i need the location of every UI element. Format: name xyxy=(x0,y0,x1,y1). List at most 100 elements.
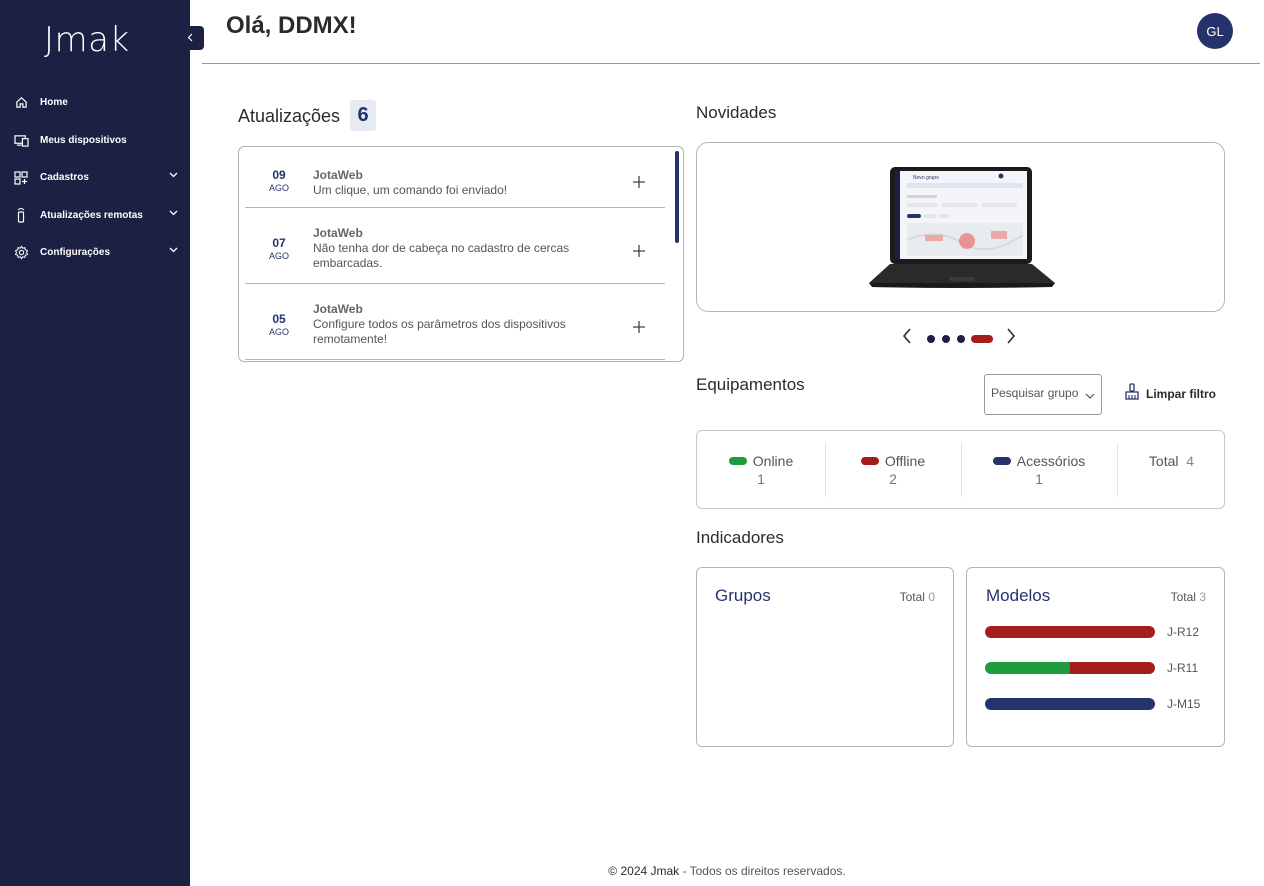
update-source: JotaWeb xyxy=(313,168,363,182)
model-label: J-R11 xyxy=(1167,661,1199,675)
chevron-down-icon xyxy=(169,170,178,181)
news-carousel-slide[interactable]: Novo grupo xyxy=(696,142,1225,312)
online-indicator xyxy=(728,457,747,465)
stat-online[interactable]: Online 1 xyxy=(697,443,825,497)
groups-card-title: Grupos xyxy=(715,586,771,605)
update-month: AGO xyxy=(268,251,289,261)
updates-list: 09 AGO JotaWeb Um clique, um comando foi… xyxy=(238,146,684,362)
expand-plus-icon[interactable] xyxy=(633,240,645,263)
stat-label: Online xyxy=(752,453,794,469)
sidebar-item-devices[interactable]: Meus dispositivos xyxy=(0,122,190,160)
stat-value: 4 xyxy=(1186,453,1195,469)
laptop-screen-title: Novo grupo xyxy=(913,175,939,181)
group-search-placeholder: Pesquisar grupo xyxy=(991,386,1079,400)
page-title: Olá, DDMX! xyxy=(226,12,357,39)
expand-plus-icon[interactable] xyxy=(633,316,645,339)
sidebar-nav: Home Meus dispositivos Cadastros Atualiz… xyxy=(0,84,190,272)
news-title: Novidades xyxy=(696,103,777,122)
chevron-down-icon xyxy=(1085,388,1095,402)
avatar[interactable]: GL xyxy=(1197,13,1233,49)
laptop-illustration: Novo grupo xyxy=(869,167,1055,288)
accessories-indicator xyxy=(992,457,1011,465)
model-row[interactable]: J-M15 xyxy=(985,697,1210,711)
updates-scrollbar[interactable] xyxy=(675,151,679,243)
update-date: 07 AGO xyxy=(263,236,295,261)
equipment-title: Equipamentos xyxy=(696,375,805,394)
carousel-dot[interactable] xyxy=(942,335,950,343)
sidebar: Jmak Home Meus dispositivos Cadastros At… xyxy=(0,0,190,886)
indicators-title: Indicadores xyxy=(696,528,784,547)
stat-value: 2 xyxy=(889,471,897,487)
remote-update-icon xyxy=(13,207,29,223)
sidebar-item-remote-updates[interactable]: Atualizações remotas xyxy=(0,197,190,235)
groups-card: Grupos Total 0 xyxy=(696,567,954,747)
stat-offline[interactable]: Offline 2 xyxy=(825,443,961,497)
chevron-left-icon xyxy=(187,31,193,45)
stat-value: 1 xyxy=(1035,471,1043,487)
stat-total: Total 4 xyxy=(1117,443,1226,497)
carousel-dot[interactable] xyxy=(957,335,965,343)
carousel-dot[interactable] xyxy=(927,335,935,343)
list-item[interactable]: 05 AGO JotaWeb Configure todos os parâme… xyxy=(245,284,665,360)
carousel-dot-active[interactable] xyxy=(971,335,993,343)
carousel-next-button[interactable] xyxy=(1006,328,1016,348)
model-label: J-R12 xyxy=(1167,625,1200,639)
total-value: 3 xyxy=(1199,590,1206,604)
carousel-prev-button[interactable] xyxy=(902,328,912,348)
updates-count-badge: 6 xyxy=(350,100,376,131)
news-carousel-controls xyxy=(900,328,1022,348)
update-source: JotaWeb xyxy=(313,302,363,316)
header-divider xyxy=(202,63,1260,64)
clear-filter-label: Limpar filtro xyxy=(1146,386,1217,401)
footer: © 2024 Jmak - Todos os direitos reservad… xyxy=(0,864,1264,878)
model-row[interactable]: J-R11 xyxy=(985,661,1210,675)
update-day: 05 xyxy=(272,312,286,326)
clear-filter-button[interactable]: Limpar filtro xyxy=(1124,383,1216,404)
sidebar-item-home[interactable]: Home xyxy=(0,84,190,122)
stat-label: Total xyxy=(1148,453,1179,469)
model-bar xyxy=(985,626,1155,638)
stat-label: Offline xyxy=(884,453,926,469)
model-bar xyxy=(985,698,1155,710)
models-total: Total 3 xyxy=(1171,590,1206,604)
model-bar-segment xyxy=(985,626,1155,638)
sidebar-item-label: Configurações xyxy=(40,247,111,259)
update-source: JotaWeb xyxy=(313,226,363,240)
models-card: Modelos Total 3 J-R12 J-R11 J-M15 xyxy=(966,567,1225,747)
sidebar-item-label: Meus dispositivos xyxy=(40,134,127,146)
total-label: Total xyxy=(1170,590,1196,604)
total-value: 0 xyxy=(928,590,935,604)
update-date: 09 AGO xyxy=(263,168,295,193)
devices-icon xyxy=(13,132,29,148)
broom-icon xyxy=(1124,383,1140,404)
sidebar-item-settings[interactable]: Configurações xyxy=(0,234,190,272)
update-content: JotaWeb Não tenha dor de cabeça no cadas… xyxy=(313,226,603,271)
stat-accessories[interactable]: Acessórios 1 xyxy=(961,443,1117,497)
update-content: JotaWeb Configure todos os parâmetros do… xyxy=(313,302,603,347)
sidebar-item-label: Atualizações remotas xyxy=(40,209,143,221)
sidebar-item-label: Home xyxy=(40,97,68,109)
total-label: Total xyxy=(899,590,925,604)
sidebar-item-label: Cadastros xyxy=(40,172,89,184)
expand-plus-icon[interactable] xyxy=(633,171,645,194)
collapse-sidebar-button[interactable] xyxy=(176,26,204,50)
jmak-logo[interactable]: Jmak xyxy=(44,20,130,60)
model-row[interactable]: J-R12 xyxy=(985,625,1210,639)
update-text: Configure todos os parâmetros dos dispos… xyxy=(313,317,566,346)
model-bar-segment xyxy=(1070,662,1155,674)
updates-title: Atualizações xyxy=(238,106,341,126)
list-item[interactable]: 09 AGO JotaWeb Um clique, um comando foi… xyxy=(245,151,665,208)
chevron-down-icon xyxy=(169,208,178,219)
grid-add-icon xyxy=(13,170,29,186)
model-bar-segment xyxy=(985,698,1155,710)
offline-indicator xyxy=(860,457,879,465)
list-item[interactable]: 07 AGO JotaWeb Não tenha dor de cabeça n… xyxy=(245,208,665,284)
group-search-select[interactable]: Pesquisar grupo xyxy=(984,374,1102,415)
model-label: J-M15 xyxy=(1167,697,1201,711)
update-date: 05 AGO xyxy=(263,312,295,337)
groups-total: Total 0 xyxy=(900,590,935,604)
sidebar-item-cadastros[interactable]: Cadastros xyxy=(0,159,190,197)
model-bar-segment xyxy=(985,662,1070,674)
home-icon xyxy=(13,95,29,111)
stat-value: 1 xyxy=(757,471,765,487)
